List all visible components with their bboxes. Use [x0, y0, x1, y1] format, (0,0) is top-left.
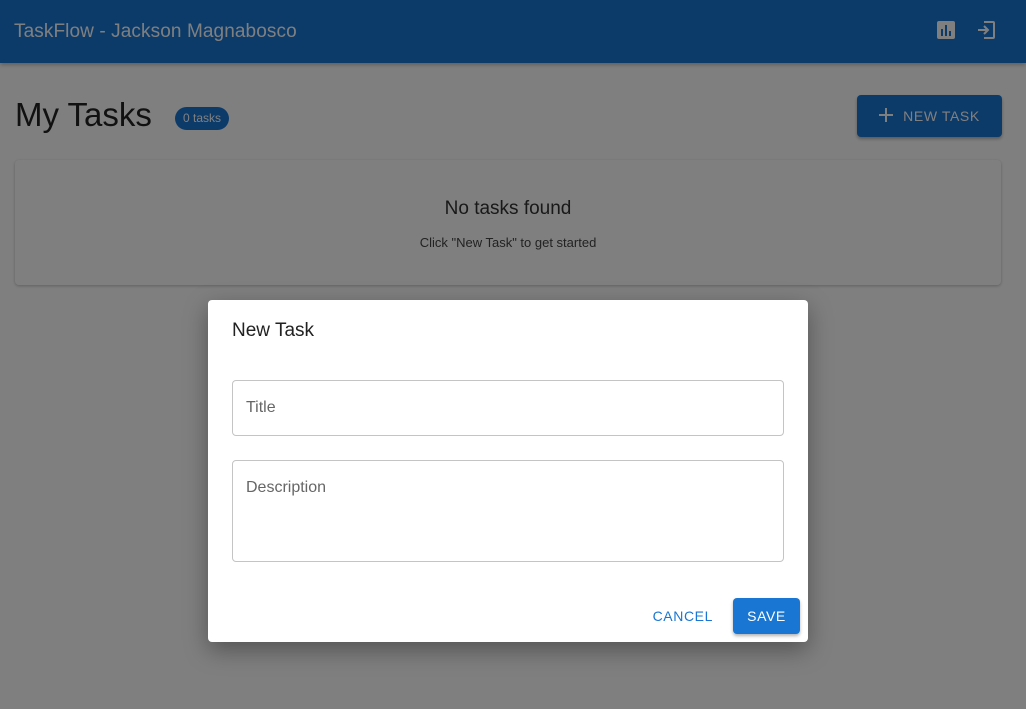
dialog-actions: CANCEL SAVE	[643, 598, 800, 634]
save-button[interactable]: SAVE	[733, 598, 800, 634]
title-input[interactable]	[232, 380, 784, 436]
new-task-dialog: New Task CANCEL SAVE	[208, 300, 808, 642]
description-input[interactable]	[232, 460, 784, 562]
cancel-button[interactable]: CANCEL	[643, 598, 723, 634]
dialog-title: New Task	[232, 320, 315, 341]
